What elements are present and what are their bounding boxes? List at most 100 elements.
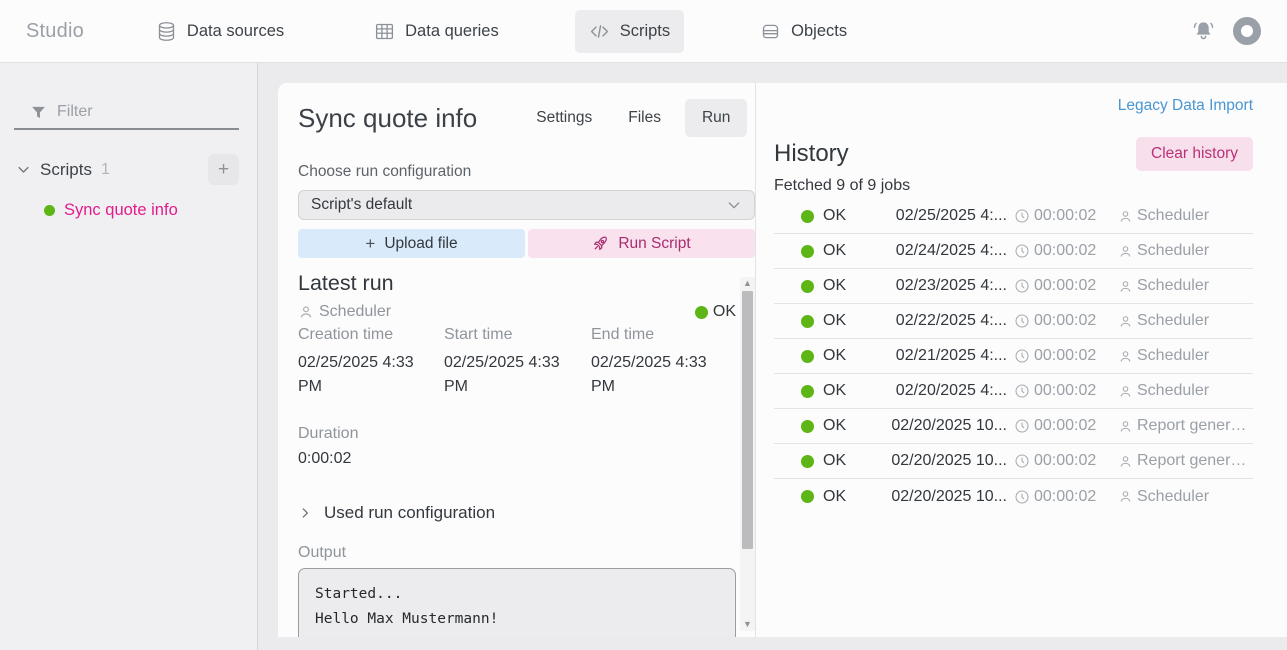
history-rows: OK 02/25/2025 4:... 00:00:02 Scheduler O… <box>774 199 1253 514</box>
status-dot-green <box>801 280 814 293</box>
creation-time-value: 02/25/2025 4:33 PM <box>298 351 444 399</box>
history-row[interactable]: OK 02/25/2025 4:... 00:00:02 Scheduler <box>774 199 1253 234</box>
clock-icon <box>1014 243 1030 259</box>
latest-run-region: Latest run Scheduler OK <box>298 269 755 637</box>
clock-icon <box>1014 278 1030 294</box>
filter-input[interactable] <box>57 103 217 121</box>
person-icon <box>298 304 314 320</box>
run-config-label: Choose run configuration <box>298 163 755 181</box>
person-icon <box>1118 384 1133 399</box>
nav-item-scripts[interactable]: Scripts <box>575 10 684 53</box>
job-duration: 00:00:02 <box>1034 312 1096 330</box>
job-user: Scheduler <box>1137 277 1209 295</box>
end-time-value: 02/25/2025 4:33 PM <box>591 351 739 399</box>
job-date: 02/20/2025 4:... <box>879 382 1007 400</box>
job-date: 02/22/2025 4:... <box>879 312 1007 330</box>
tab-settings[interactable]: Settings <box>524 99 604 137</box>
bell-icon[interactable] <box>1191 19 1216 44</box>
end-time-label: End time <box>591 326 739 344</box>
scroll-down-arrow[interactable]: ▼ <box>743 618 752 631</box>
vertical-scrollbar[interactable]: ▲ ▼ <box>740 277 755 631</box>
history-row[interactable]: OK 02/23/2025 4:... 00:00:02 Scheduler <box>774 269 1253 304</box>
used-run-configuration-expander[interactable]: Used run configuration <box>298 503 736 523</box>
history-row[interactable]: OK 02/24/2025 4:... 00:00:02 Scheduler <box>774 234 1253 269</box>
history-row[interactable]: OK 02/20/2025 10... 00:00:02 Report gene… <box>774 444 1253 479</box>
nav-item-objects[interactable]: Objects <box>746 10 861 53</box>
rocket-icon <box>592 235 609 252</box>
status-dot-green <box>801 350 814 363</box>
clock-icon <box>1014 313 1030 329</box>
nav-label: Scripts <box>620 22 670 41</box>
job-duration: 00:00:02 <box>1034 242 1096 260</box>
history-row[interactable]: OK 02/21/2025 4:... 00:00:02 Scheduler <box>774 339 1253 374</box>
clock-icon <box>1014 208 1030 224</box>
status-dot-green <box>801 210 814 223</box>
status-dot-green <box>801 490 814 503</box>
avatar[interactable] <box>1233 17 1261 45</box>
history-row[interactable]: OK 02/22/2025 4:... 00:00:02 Scheduler <box>774 304 1253 339</box>
job-date: 02/20/2025 10... <box>879 452 1007 470</box>
sidebar-item-sync-quote-info[interactable]: Sync quote info <box>44 201 239 220</box>
job-duration: 00:00:02 <box>1034 452 1096 470</box>
chevron-down-icon[interactable] <box>16 162 31 177</box>
script-card: Sync quote info Settings Files Run Choos… <box>278 83 1287 637</box>
job-user: Scheduler <box>1137 382 1209 400</box>
run-config-select[interactable]: Script's default <box>298 190 755 220</box>
history-row[interactable]: OK 02/20/2025 10... 00:00:02 Scheduler <box>774 479 1253 514</box>
top-nav: Studio Data sources Data queries <box>0 0 1287 63</box>
add-script-button[interactable]: + <box>208 154 239 185</box>
job-user: Scheduler <box>1137 312 1209 330</box>
tab-files[interactable]: Files <box>616 99 673 137</box>
clock-icon <box>1014 348 1030 364</box>
page-title: Sync quote info <box>298 103 477 134</box>
start-time-value: 02/25/2025 4:33 PM <box>444 351 591 399</box>
duration-label: Duration <box>298 425 736 443</box>
database-icon <box>156 21 177 42</box>
nav-item-data-queries[interactable]: Data queries <box>360 10 513 53</box>
scripts-count: 1 <box>101 161 110 179</box>
scroll-up-arrow[interactable]: ▲ <box>743 277 752 290</box>
history-row[interactable]: OK 02/20/2025 4:... 00:00:02 Scheduler <box>774 374 1253 409</box>
output-line: Hello Max Mustermann! <box>315 607 719 632</box>
status-dot-green <box>801 315 814 328</box>
code-icon <box>589 21 610 42</box>
tab-run[interactable]: Run <box>685 99 747 137</box>
run-config-value: Script's default <box>311 196 412 214</box>
job-duration: 00:00:02 <box>1034 347 1096 365</box>
scripts-group[interactable]: Scripts 1 + <box>14 154 239 185</box>
script-tabs: Settings Files Run <box>524 99 747 137</box>
table-icon <box>374 21 395 42</box>
output-line: Started... <box>315 582 719 607</box>
job-duration: 00:00:02 <box>1034 207 1096 225</box>
job-date: 02/20/2025 10... <box>879 417 1007 435</box>
job-duration: 00:00:02 <box>1034 488 1096 506</box>
filter-icon <box>30 104 47 121</box>
sidebar-item-label: Sync quote info <box>64 201 178 220</box>
person-icon <box>1118 279 1133 294</box>
main-area: Sync quote info Settings Files Run Choos… <box>258 63 1287 650</box>
clear-history-button[interactable]: Clear history <box>1136 137 1253 171</box>
job-date: 02/24/2025 4:... <box>879 242 1007 260</box>
status-dot-green <box>801 245 814 258</box>
nav-item-data-sources[interactable]: Data sources <box>142 10 298 53</box>
legacy-data-import-link[interactable]: Legacy Data Import <box>1118 97 1253 115</box>
chevron-down-icon <box>726 197 742 213</box>
box-icon <box>760 21 781 42</box>
status-dot-green <box>801 385 814 398</box>
person-icon <box>1118 349 1133 364</box>
scrollbar-thumb[interactable] <box>742 291 753 549</box>
status-dot-green <box>695 306 708 319</box>
start-time-label: Start time <box>444 326 591 344</box>
history-pane: Legacy Data Import History Clear history… <box>755 83 1287 637</box>
output-console[interactable]: Started... Hello Max Mustermann! <box>298 568 736 637</box>
run-script-button[interactable]: Run Script <box>528 229 755 258</box>
header-actions <box>1191 17 1261 45</box>
history-row[interactable]: OK 02/20/2025 10... 00:00:02 Report gene… <box>774 409 1253 444</box>
person-icon <box>1118 419 1133 434</box>
job-date: 02/21/2025 4:... <box>879 347 1007 365</box>
nav-label: Data queries <box>405 22 499 41</box>
nav-label: Objects <box>791 22 847 41</box>
upload-file-button[interactable]: + Upload file <box>298 229 525 258</box>
status-dot-green <box>44 205 55 216</box>
main-nav: Data sources Data queries Scripts <box>142 10 861 53</box>
